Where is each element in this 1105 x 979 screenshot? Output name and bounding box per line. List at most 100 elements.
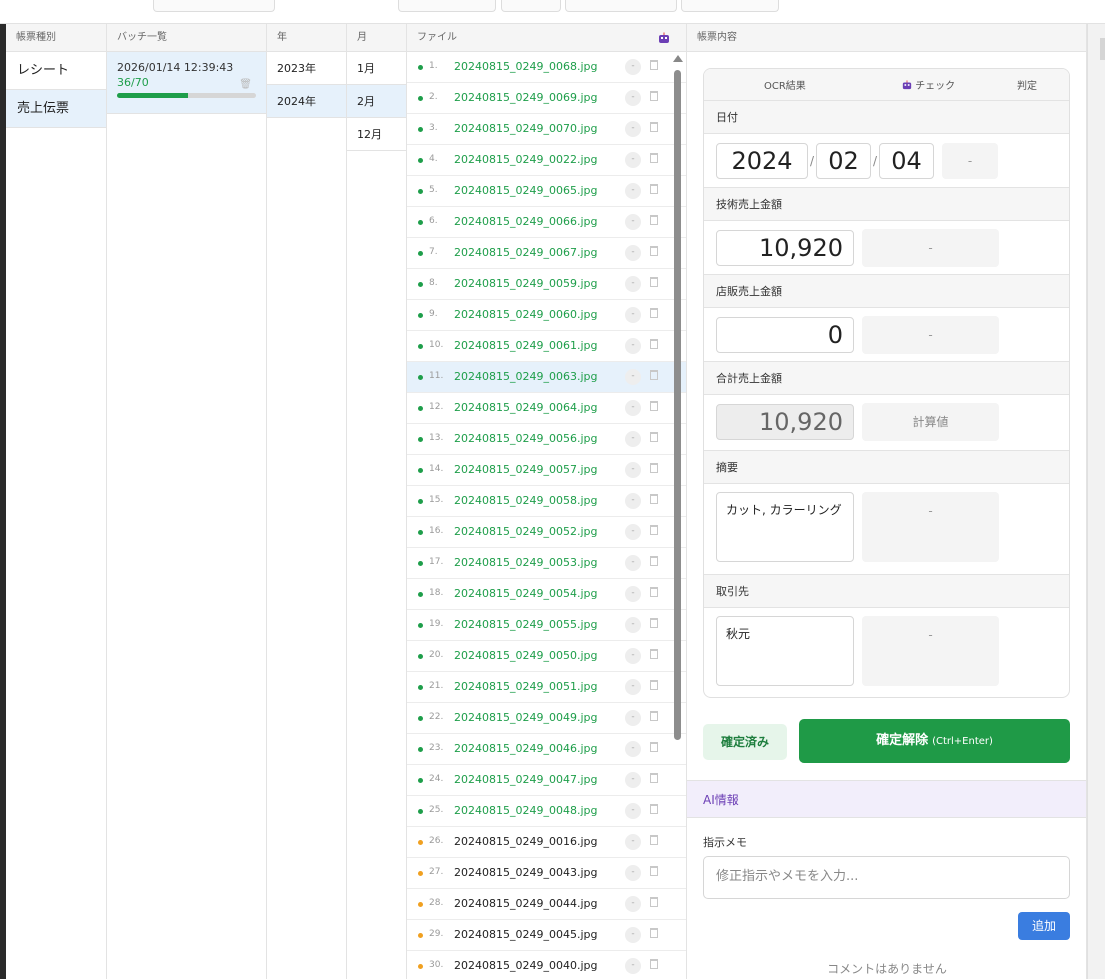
file-judge-badge: - — [625, 121, 641, 137]
trash-icon[interactable]: 🗑︎ — [239, 79, 252, 90]
file-row[interactable]: 28. 20240815_0249_0044.jpg - — [407, 889, 686, 920]
trash-icon[interactable] — [650, 587, 658, 597]
trash-icon[interactable] — [650, 432, 658, 442]
doc-type-item[interactable]: レシート — [6, 52, 106, 90]
trash-icon[interactable] — [650, 773, 658, 783]
file-row[interactable]: 27. 20240815_0249_0043.jpg - — [407, 858, 686, 889]
add-comment-button[interactable]: 追加 — [1018, 912, 1070, 940]
batch-item[interactable]: 2026/01/14 12:39:43 36/70 🗑︎ — [107, 52, 266, 114]
toolbar-field[interactable] — [153, 0, 275, 12]
month-item[interactable]: 12月 — [347, 118, 406, 151]
summary-input[interactable]: カット, カラーリング — [716, 492, 854, 562]
trash-icon[interactable] — [650, 959, 658, 969]
trash-icon[interactable] — [650, 246, 658, 256]
trash-icon[interactable] — [650, 215, 658, 225]
batch-header: バッチ一覧 — [107, 24, 266, 52]
file-name: 20240815_0249_0066.jpg — [454, 215, 598, 228]
file-judge-badge: - — [625, 369, 641, 385]
memo-input[interactable]: 修正指示やメモを入力... — [703, 856, 1070, 899]
file-list-scrollbar[interactable] — [674, 70, 681, 740]
scroll-up-arrow-icon[interactable] — [673, 55, 683, 62]
trash-icon[interactable] — [650, 494, 658, 504]
trash-icon[interactable] — [650, 742, 658, 752]
date-year-input[interactable]: 2024 — [716, 143, 808, 179]
file-row[interactable]: 9. 20240815_0249_0060.jpg - — [407, 300, 686, 331]
trash-icon[interactable] — [650, 91, 658, 101]
trash-icon[interactable] — [650, 649, 658, 659]
trash-icon[interactable] — [650, 401, 658, 411]
trash-icon[interactable] — [650, 711, 658, 721]
month-item[interactable]: 2月 — [347, 85, 406, 118]
toolbar-button[interactable] — [501, 0, 561, 12]
file-row[interactable]: 13. 20240815_0249_0056.jpg - — [407, 424, 686, 455]
doc-type-item[interactable]: 売上伝票 — [6, 90, 106, 128]
file-row[interactable]: 7. 20240815_0249_0067.jpg - — [407, 238, 686, 269]
file-row[interactable]: 19. 20240815_0249_0055.jpg - — [407, 610, 686, 641]
trash-icon[interactable] — [650, 308, 658, 318]
file-row[interactable]: 12. 20240815_0249_0064.jpg - — [407, 393, 686, 424]
date-month-input[interactable]: 02 — [816, 143, 871, 179]
date-day-input[interactable]: 04 — [879, 143, 934, 179]
year-item[interactable]: 2024年 — [267, 85, 346, 118]
trash-icon[interactable] — [650, 277, 658, 287]
file-row[interactable]: 17. 20240815_0249_0053.jpg - — [407, 548, 686, 579]
file-number: 9. — [429, 309, 438, 319]
confirmed-button[interactable]: 確定済み — [703, 724, 787, 760]
file-row[interactable]: 10. 20240815_0249_0061.jpg - — [407, 331, 686, 362]
trash-icon[interactable] — [650, 525, 658, 535]
file-judge-badge: - — [625, 276, 641, 292]
toolbar-button[interactable] — [681, 0, 779, 12]
file-row[interactable]: 30. 20240815_0249_0040.jpg - — [407, 951, 686, 979]
file-row[interactable]: 18. 20240815_0249_0054.jpg - — [407, 579, 686, 610]
file-row[interactable]: 4. 20240815_0249_0022.jpg - — [407, 145, 686, 176]
trash-icon[interactable] — [650, 804, 658, 814]
batch-column: バッチ一覧 2026/01/14 12:39:43 36/70 🗑︎ — [107, 24, 267, 979]
trash-icon[interactable] — [650, 463, 658, 473]
file-row[interactable]: 14. 20240815_0249_0057.jpg - — [407, 455, 686, 486]
file-row[interactable]: 1. 20240815_0249_0068.jpg - — [407, 52, 686, 83]
trash-icon[interactable] — [650, 928, 658, 938]
year-item[interactable]: 2023年 — [267, 52, 346, 85]
file-row[interactable]: 16. 20240815_0249_0052.jpg - — [407, 517, 686, 548]
file-row[interactable]: 11. 20240815_0249_0063.jpg - — [407, 362, 686, 393]
trash-icon[interactable] — [650, 618, 658, 628]
month-item[interactable]: 1月 — [347, 52, 406, 85]
file-row[interactable]: 26. 20240815_0249_0016.jpg - — [407, 827, 686, 858]
file-row[interactable]: 24. 20240815_0249_0047.jpg - — [407, 765, 686, 796]
file-name: 20240815_0249_0044.jpg — [454, 897, 598, 910]
file-row[interactable]: 25. 20240815_0249_0048.jpg - — [407, 796, 686, 827]
tech-sales-input[interactable]: 10,920 — [716, 230, 854, 266]
file-row[interactable]: 3. 20240815_0249_0070.jpg - — [407, 114, 686, 145]
unconfirm-button[interactable]: 確定解除 (Ctrl+Enter) — [799, 719, 1070, 763]
file-row[interactable]: 21. 20240815_0249_0051.jpg - — [407, 672, 686, 703]
file-row[interactable]: 15. 20240815_0249_0058.jpg - — [407, 486, 686, 517]
toolbar-button[interactable] — [565, 0, 677, 12]
total-sales-label: 合計売上金額 — [704, 362, 1069, 395]
file-row[interactable]: 29. 20240815_0249_0045.jpg - — [407, 920, 686, 951]
status-dot-icon — [418, 685, 423, 690]
trash-icon[interactable] — [650, 370, 658, 380]
trash-icon[interactable] — [650, 153, 658, 163]
file-row[interactable]: 8. 20240815_0249_0059.jpg - — [407, 269, 686, 300]
toolbar-button[interactable] — [398, 0, 496, 12]
partner-input[interactable]: 秋元 — [716, 616, 854, 686]
file-row[interactable]: 23. 20240815_0249_0046.jpg - — [407, 734, 686, 765]
file-number: 2. — [429, 92, 438, 102]
shop-sales-input[interactable]: 0 — [716, 317, 854, 353]
file-header: ファイル — [407, 24, 686, 52]
trash-icon[interactable] — [650, 60, 658, 70]
trash-icon[interactable] — [650, 339, 658, 349]
trash-icon[interactable] — [650, 680, 658, 690]
file-row[interactable]: 2. 20240815_0249_0069.jpg - — [407, 83, 686, 114]
trash-icon[interactable] — [650, 835, 658, 845]
file-row[interactable]: 5. 20240815_0249_0065.jpg - — [407, 176, 686, 207]
file-row[interactable]: 6. 20240815_0249_0066.jpg - — [407, 207, 686, 238]
trash-icon[interactable] — [650, 897, 658, 907]
file-row[interactable]: 20. 20240815_0249_0050.jpg - — [407, 641, 686, 672]
file-row[interactable]: 22. 20240815_0249_0049.jpg - — [407, 703, 686, 734]
trash-icon[interactable] — [650, 866, 658, 876]
trash-icon[interactable] — [650, 556, 658, 566]
trash-icon[interactable] — [650, 184, 658, 194]
trash-icon[interactable] — [650, 122, 658, 132]
right-scrollbar[interactable] — [1087, 24, 1105, 979]
